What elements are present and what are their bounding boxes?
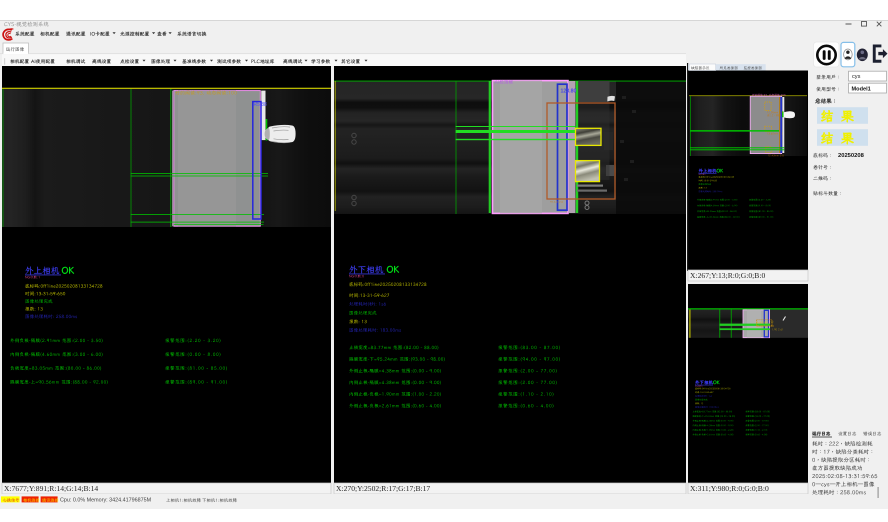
svg-text:X:311;Y:980;R:0;G:0;B:0: X:311;Y:980;R:0;G:0;B:0 [690,484,769,493]
svg-text:Cpu: 0.0% Memory: 3424.4179: Cpu: 0.0% Memory: 3424.41796875M [60,498,152,504]
svg-text:X:270;Y:2502;R:17;G:17;B:17: X:270;Y:2502;R:17;G:17;B:17 [336,484,430,493]
svg-text:20250208: 20250208 [838,153,865,159]
svg-text:cys: cys [852,74,861,80]
svg-text:X:267;Y:13;R:0;G:0;B:0: X:267;Y:13;R:0;G:0;B:0 [690,271,765,280]
svg-text:R5.88: R5.88 [254,102,268,108]
svg-text:123.80: 123.80 [561,88,577,94]
svg-text:X:7677;Y:891;R:14;G:14;B:14: X:7677;Y:891;R:14;G:14;B:14 [4,484,98,493]
svg-text:Model1: Model1 [852,86,871,92]
